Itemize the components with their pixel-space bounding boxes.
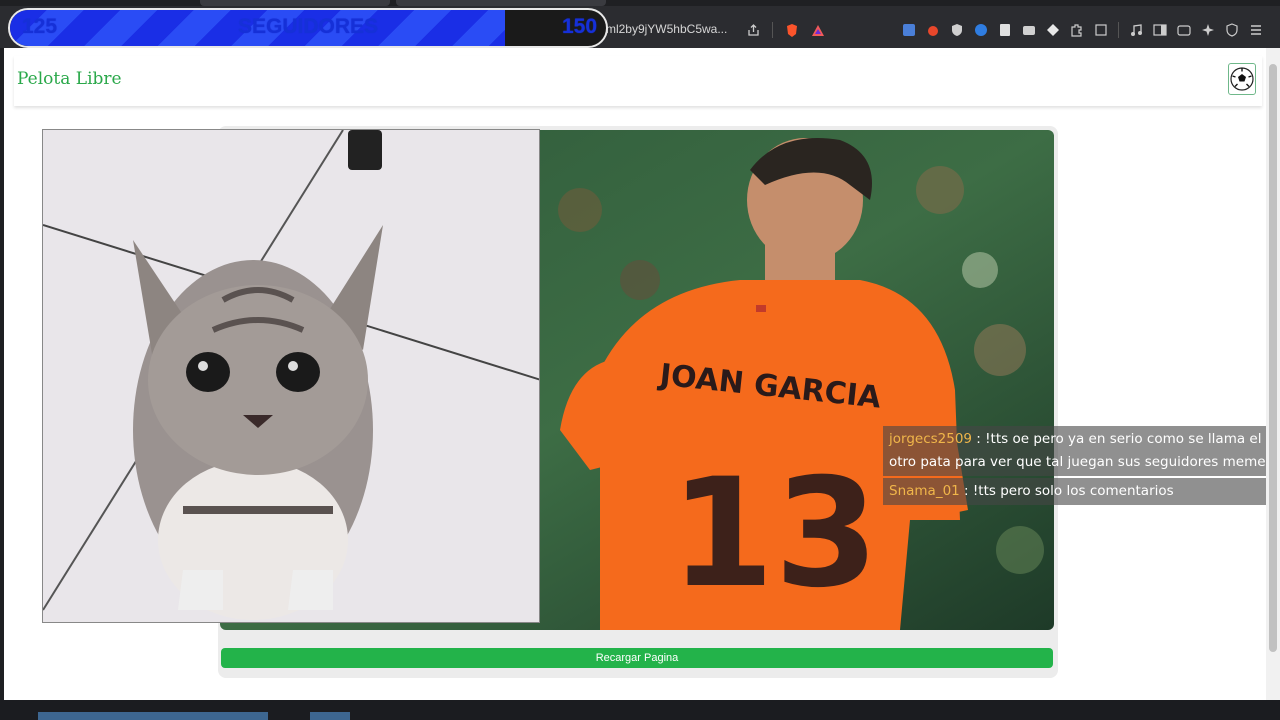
browser-tab[interactable]	[200, 0, 390, 6]
chat-username: Snama_01	[889, 483, 960, 499]
separator	[1118, 22, 1119, 38]
page-scrollbar[interactable]	[1266, 48, 1280, 700]
scrollbar-thumb[interactable]	[1269, 64, 1277, 652]
jersey-number: 13	[670, 447, 879, 621]
follower-count-current: 125	[22, 15, 58, 38]
translate-extension-icon[interactable]	[902, 23, 916, 37]
chat-username: jorgecs2509	[889, 431, 973, 447]
shield-extension-icon[interactable]	[950, 23, 964, 37]
browser-tab[interactable]	[396, 0, 606, 6]
leo-ai-icon[interactable]	[1201, 23, 1215, 37]
follower-goal-label: SEGUIDORES	[238, 15, 379, 38]
taskbar-item[interactable]	[38, 712, 268, 720]
share-icon[interactable]	[746, 23, 760, 37]
media-icon[interactable]	[1129, 23, 1143, 37]
reload-page-button[interactable]: Recargar Pagina	[221, 648, 1053, 668]
follower-count-target: 150	[562, 15, 598, 38]
wallet-icon[interactable]	[1177, 23, 1191, 37]
sidebar-icon[interactable]	[1153, 23, 1167, 37]
vpn-shield-icon[interactable]	[1225, 23, 1239, 37]
chat-message: Snama_01 : !tts pero solo los comentario…	[883, 478, 1280, 505]
menu-icon[interactable]	[1249, 23, 1263, 37]
camera-extension-icon[interactable]	[1022, 23, 1036, 37]
rewards-triangle-icon[interactable]	[811, 23, 825, 37]
brave-shield-icon[interactable]	[785, 23, 799, 37]
follower-goal-overlay: 125 SEGUIDORES 150	[8, 8, 608, 48]
navbar-toggle-button[interactable]	[1228, 63, 1256, 95]
fire-extension-icon[interactable]	[926, 23, 940, 37]
separator	[772, 22, 773, 38]
blue-circle-extension-icon[interactable]	[974, 23, 988, 37]
puzzle-extensions-icon[interactable]	[1070, 23, 1084, 37]
chat-text: : !tts pero solo los comentarios	[959, 483, 1174, 499]
chat-message: jorgecs2509 : !tts oe pero ya en serio c…	[883, 426, 1280, 476]
taskbar-item[interactable]	[310, 712, 350, 720]
navbar: Pelota Libre	[14, 56, 1262, 106]
cat-meme-overlay	[42, 129, 540, 623]
chat-overlay: jorgecs2509 : !tts oe pero ya en serio c…	[883, 426, 1280, 507]
screenshot-extension-icon[interactable]	[1094, 23, 1108, 37]
tab-strip	[0, 0, 1280, 6]
site-brand[interactable]: Pelota Libre	[17, 69, 122, 89]
soccer-ball-icon	[1230, 67, 1254, 91]
diamond-extension-icon[interactable]	[1046, 23, 1060, 37]
document-extension-icon[interactable]	[998, 23, 1012, 37]
